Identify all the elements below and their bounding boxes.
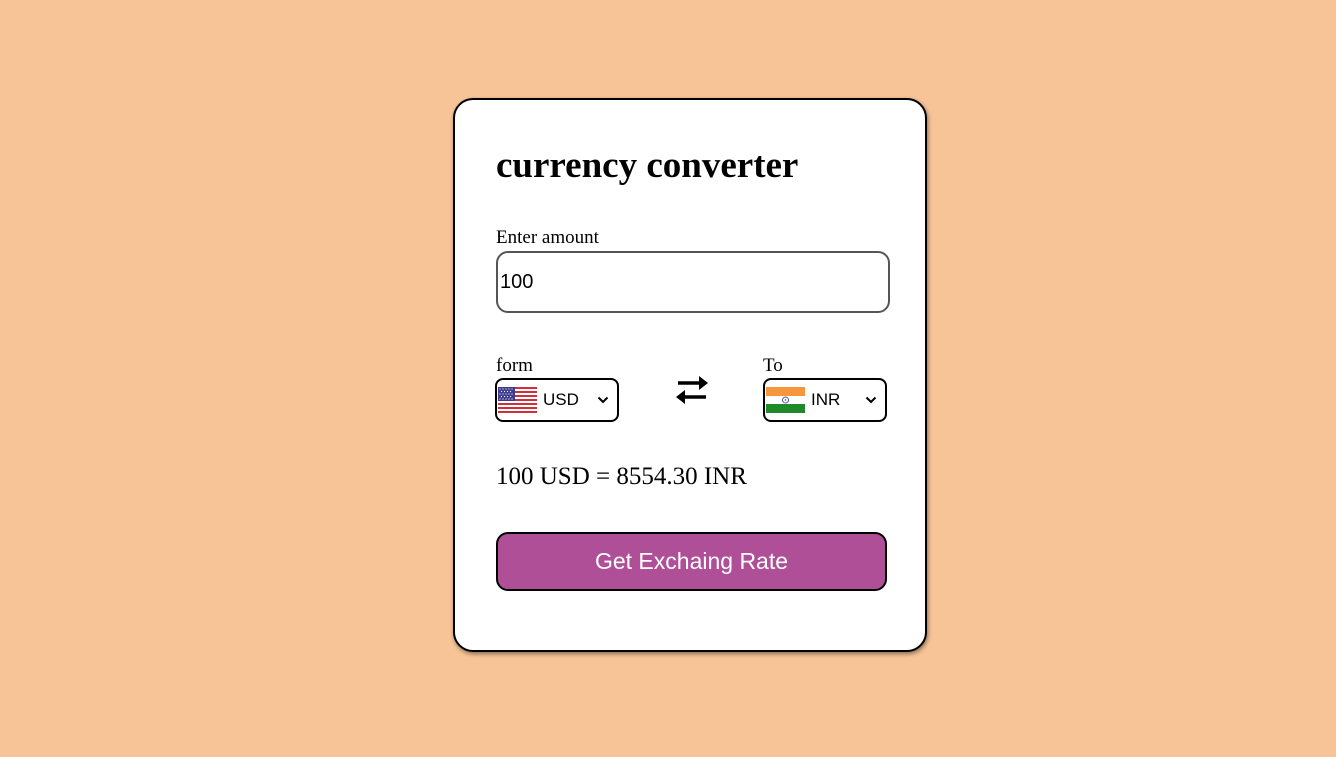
swap-arrows-icon[interactable] xyxy=(674,372,710,408)
india-flag-icon xyxy=(766,387,805,413)
converter-card: currency converter Enter amount form USD xyxy=(453,98,927,652)
from-currency-value: USD xyxy=(543,390,579,409)
from-label: form xyxy=(496,355,533,376)
to-currency-select[interactable]: INR xyxy=(763,378,887,422)
amount-input[interactable] xyxy=(496,251,890,313)
get-exchange-rate-button[interactable]: Get Exchaing Rate xyxy=(496,532,887,591)
to-label: To xyxy=(763,355,783,376)
from-currency-select[interactable]: USD xyxy=(495,378,619,422)
page-title: currency converter xyxy=(496,145,799,186)
chevron-down-icon xyxy=(597,396,609,404)
conversion-result: 100 USD = 8554.30 INR xyxy=(496,463,747,490)
us-flag-icon xyxy=(498,387,537,413)
amount-label: Enter amount xyxy=(496,227,599,248)
to-currency-value: INR xyxy=(811,390,841,409)
chevron-down-icon xyxy=(865,396,877,404)
